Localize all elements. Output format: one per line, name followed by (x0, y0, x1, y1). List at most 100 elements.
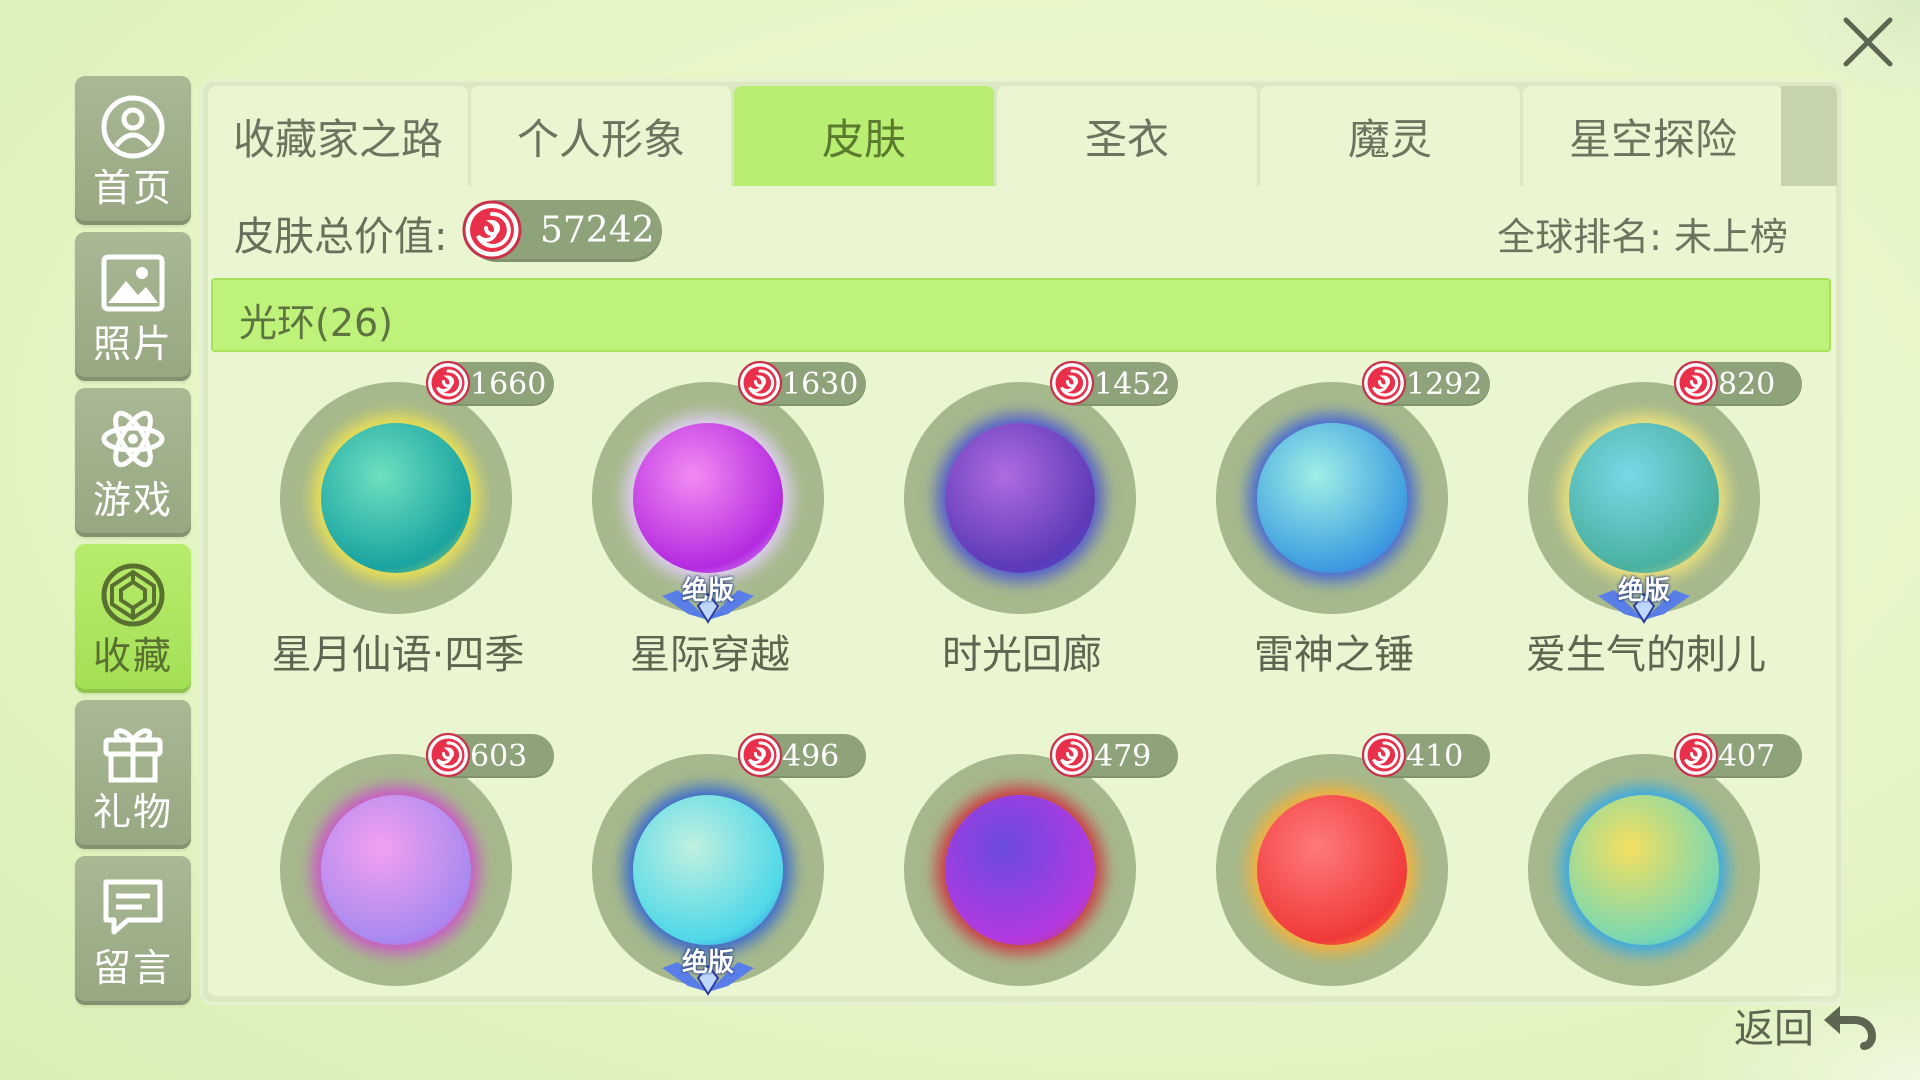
item-price: 479 (1094, 739, 1152, 774)
message-icon (98, 872, 168, 942)
tab-holy-armor[interactable]: 圣衣 (997, 86, 1257, 186)
skin-item[interactable]: 1452 时光回廊 (862, 360, 1178, 692)
tab-star-adventure[interactable]: 星空探险 (1523, 86, 1783, 186)
sidebar-item-label: 照片 (92, 321, 173, 366)
tab-bar-filler (1781, 86, 1837, 186)
item-name: 雷神之锤 (1254, 632, 1414, 678)
candy-coin-icon (425, 732, 471, 778)
item-price: 1660 (470, 367, 547, 402)
sidebar-item-games[interactable]: 游戏 (75, 388, 191, 537)
badge-label: 绝版 (681, 576, 734, 606)
section-title: 光环(26) (239, 301, 394, 345)
item-name: 星月仙语·四季 (271, 632, 525, 678)
skin-value-row: 皮肤总价值: 57242 全球排名: 未上榜 (208, 186, 1836, 278)
item-name: 时光回廊 (942, 632, 1102, 678)
collection-gem-icon (98, 560, 168, 630)
item-name: 星际穿越 (630, 632, 790, 678)
badge-label: 绝版 (1617, 576, 1670, 606)
halo-orb-core (321, 795, 471, 945)
sidebar-item-label: 礼物 (92, 789, 173, 834)
skin-orb-frame (904, 754, 1136, 986)
skin-orb-frame (1216, 754, 1448, 986)
candy-coin-icon (1361, 360, 1407, 406)
item-price: 1452 (1094, 367, 1171, 402)
return-arrow-icon (1824, 1006, 1876, 1050)
badge-label: 绝版 (681, 948, 734, 978)
item-name: 爱生气的刺儿 (1526, 632, 1766, 678)
halo-orb-core (1569, 423, 1719, 573)
sidebar-item-label: 留言 (92, 945, 173, 990)
tab-bar: 收藏家之路 个人形象 皮肤 圣衣 魔灵 星空探险 (208, 86, 1783, 186)
sidebar-item-messages[interactable]: 留言 (75, 856, 191, 1005)
item-price: 407 (1718, 739, 1776, 774)
sidebar-item-collection[interactable]: 收藏 (75, 544, 191, 693)
skin-item[interactable]: 1292 雷神之锤 (1174, 360, 1490, 692)
item-price-badge: 410 (1361, 732, 1490, 778)
candy-coin-icon (1673, 360, 1719, 406)
halo-orb-core (321, 423, 471, 573)
sidebar: 首页 照片 游戏 收藏 礼物 留言 (75, 76, 191, 1005)
skin-orb-frame (1528, 754, 1760, 986)
skin-content[interactable]: 皮肤总价值: 57242 全球排名: 未上榜 光环(26) 1660 星月仙语·四… (208, 186, 1836, 996)
item-price: 410 (1406, 739, 1464, 774)
skin-item[interactable]: 603 (238, 732, 554, 996)
tab-collector-road[interactable]: 收藏家之路 (208, 86, 468, 186)
skin-orb-frame (904, 382, 1136, 614)
halo-orb-core (945, 423, 1095, 573)
home-user-icon (98, 92, 168, 162)
candy-coin-icon (1049, 360, 1095, 406)
back-button[interactable]: 返回 (1734, 990, 1876, 1060)
skin-item[interactable]: 820 绝版爱生气的刺儿 (1486, 360, 1802, 692)
skin-item[interactable]: 496 绝版 (550, 732, 866, 996)
close-icon (1843, 17, 1893, 67)
candy-coin-icon (425, 360, 471, 406)
item-price-badge: 496 (737, 732, 866, 778)
item-price: 1630 (782, 367, 859, 402)
sidebar-item-photos[interactable]: 照片 (75, 232, 191, 381)
photo-icon (98, 248, 168, 318)
candy-coin-icon (1673, 732, 1719, 778)
skin-item[interactable]: 410 (1174, 732, 1490, 996)
halo-orb-core (945, 795, 1095, 945)
tab-personal-image[interactable]: 个人形象 (471, 86, 731, 186)
sidebar-item-label: 游戏 (92, 477, 173, 522)
close-button[interactable] (1790, 0, 1920, 90)
candy-coin-icon (1361, 732, 1407, 778)
skin-item[interactable]: 1660 星月仙语·四季 (238, 360, 554, 692)
item-price-badge: 603 (425, 732, 554, 778)
item-price-badge: 1292 (1361, 360, 1490, 406)
item-price-badge: 1630 (737, 360, 866, 406)
skin-item[interactable]: 407 (1486, 732, 1802, 996)
skin-item[interactable]: 1630 绝版星际穿越 (550, 360, 866, 692)
limited-edition-badge: 绝版 (1594, 570, 1694, 626)
halo-orb-core (1257, 795, 1407, 945)
candy-coin-icon (462, 200, 522, 260)
section-header-halo[interactable]: 光环(26) (211, 278, 1831, 352)
item-price-badge: 820 (1673, 360, 1802, 406)
collection-panel: 收藏家之路 个人形象 皮肤 圣衣 魔灵 星空探险 皮肤总价值: 57242 全球… (203, 82, 1841, 1002)
candy-coin-icon (1049, 732, 1095, 778)
candy-coin-icon (737, 360, 783, 406)
skin-orb-frame (280, 754, 512, 986)
back-label: 返回 (1734, 1006, 1814, 1052)
item-price-badge: 407 (1673, 732, 1802, 778)
item-price-badge: 1660 (425, 360, 554, 406)
skin-orb-frame (1216, 382, 1448, 614)
total-value-amount: 57242 (540, 210, 655, 251)
item-price: 820 (1718, 367, 1776, 402)
item-price-badge: 479 (1049, 732, 1178, 778)
halo-orb-core (1569, 795, 1719, 945)
halo-orb-core (633, 423, 783, 573)
item-price: 1292 (1406, 367, 1483, 402)
sidebar-item-home[interactable]: 首页 (75, 76, 191, 225)
item-price: 603 (470, 739, 528, 774)
skin-item[interactable]: 479 (862, 732, 1178, 996)
tab-skins[interactable]: 皮肤 (734, 86, 994, 186)
gift-icon (98, 716, 168, 786)
halo-orb-core (633, 795, 783, 945)
sidebar-item-gifts[interactable]: 礼物 (75, 700, 191, 849)
sidebar-item-label: 收藏 (92, 633, 173, 678)
tab-spirits[interactable]: 魔灵 (1260, 86, 1520, 186)
item-price: 496 (782, 739, 840, 774)
total-value-badge: 57242 (462, 200, 662, 262)
